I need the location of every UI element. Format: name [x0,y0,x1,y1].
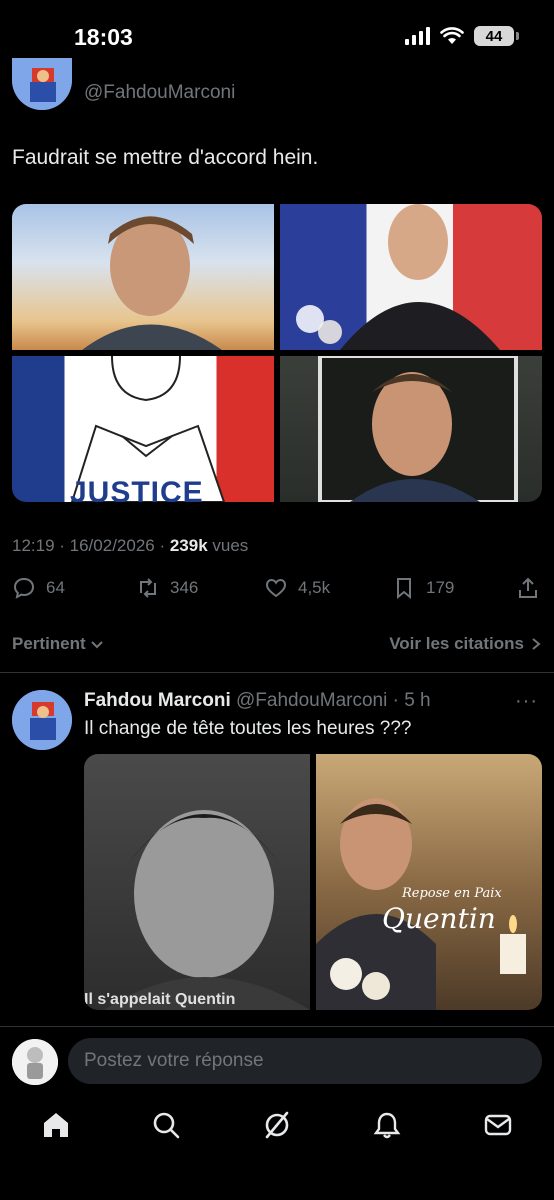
status-icons: 44 [405,26,519,46]
image-caption-justice: JUSTICE [70,476,204,502]
reply-image-grid[interactable]: Il s'appelait Quentin Repose en Paix Que… [84,754,542,1010]
tweet-image-1[interactable] [12,204,274,350]
grok-icon[interactable] [262,1110,292,1140]
battery-indicator: 44 [474,26,519,46]
bookmark-button[interactable]: 179 [392,576,454,600]
reply-text: Il change de tête toutes les heures ??? [84,718,412,739]
notifications-icon[interactable] [372,1110,402,1140]
divider [0,672,554,673]
chevron-down-icon [90,641,103,649]
messages-icon[interactable] [483,1110,513,1140]
repost-button[interactable]: 346 [136,576,198,600]
reply-author-avatar[interactable] [12,690,72,750]
status-bar: 18:03 44 [0,0,554,70]
status-time: 18:03 [74,24,133,50]
reply-image-2[interactable]: Repose en Paix Quentin [316,754,542,1010]
heart-icon [265,578,287,598]
chevron-right-icon [532,638,541,650]
reply-composer-bar: Postez votre réponse [0,1026,554,1100]
reply-count: 64 [46,578,65,597]
sort-dropdown[interactable]: Pertinent [12,634,104,654]
share-button[interactable] [516,576,540,600]
bookmark-icon [397,578,411,600]
bottom-nav [0,1100,554,1200]
wifi-icon [440,27,464,44]
reply-handle-time[interactable]: @FahdouMarconi · 5 h [236,690,431,711]
tweet-meta: 12:19 · 16/02/2026 · 239k vues [12,536,248,556]
view-quotes-link[interactable]: Voir les citations [389,634,542,654]
like-count: 4,5k [298,578,331,597]
tweet-image-4[interactable] [280,356,542,502]
views-label: vues [207,536,249,555]
search-icon[interactable] [151,1110,181,1140]
like-button[interactable]: 4,5k [264,576,330,600]
reply-button[interactable]: 64 [12,576,65,600]
author-avatar[interactable] [12,58,72,110]
views-count: 239k [169,536,208,555]
reply-header: Fahdou Marconi @FahdouMarconi · 5 h [84,690,431,712]
bookmark-count: 179 [426,578,455,597]
tweet-image-3[interactable]: JUSTICE [12,356,274,502]
tweet-actions: 64 346 4,5k 179 [0,576,554,606]
reply-image-2-line2: Quentin [382,902,496,935]
tweet-image-grid[interactable]: JUSTICE [12,204,542,502]
my-avatar[interactable] [12,1039,58,1085]
reply-author-name[interactable]: Fahdou Marconi [84,690,231,711]
reply-icon [13,577,35,599]
tweet-timestamp: 12:19 · 16/02/2026 · [12,536,170,555]
tweet-text: Faudrait se mettre d'accord hein. [12,146,319,169]
reply-image-2-line1: Repose en Paix [402,886,502,901]
sort-row: Pertinent Voir les citations [12,634,542,654]
more-options-icon[interactable]: ··· [515,690,538,713]
sort-label: Pertinent [12,634,86,653]
view-quotes-label: Voir les citations [389,634,524,653]
reply-image-1-caption: Il s'appelait Quentin [84,991,236,1008]
repost-icon [140,578,156,598]
reply-image-1[interactable]: Il s'appelait Quentin [84,754,310,1010]
signal-icon [405,27,430,45]
author-handle[interactable]: @FahdouMarconi [84,82,235,104]
repost-count: 346 [170,578,199,597]
tweet-image-2[interactable] [280,204,542,350]
home-icon[interactable] [41,1110,71,1140]
reply-input[interactable]: Postez votre réponse [68,1038,542,1084]
share-icon [519,577,537,598]
